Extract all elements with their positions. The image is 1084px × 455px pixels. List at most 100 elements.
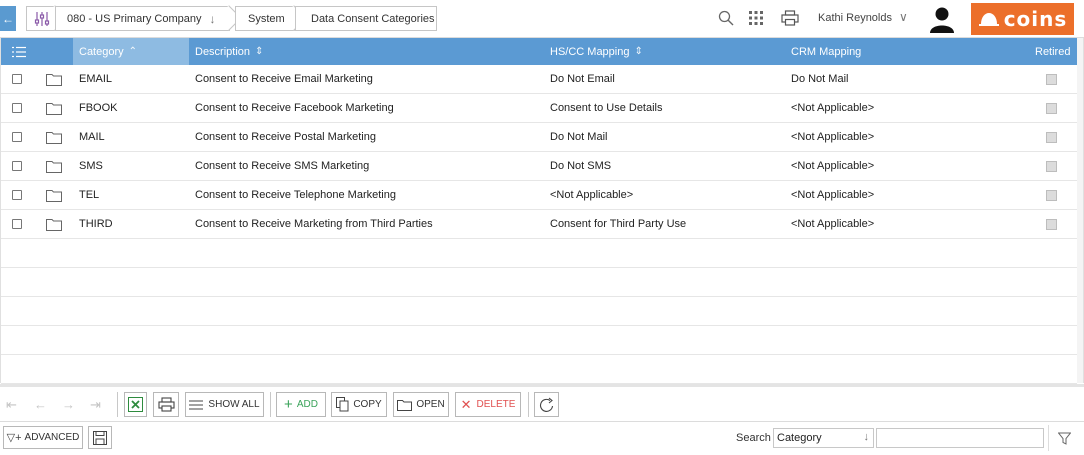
user-name[interactable]: Kathi Reynolds — [818, 12, 892, 24]
folder-icon[interactable] — [46, 181, 62, 209]
chevron-down-icon[interactable]: ∨ — [899, 10, 908, 24]
vertical-scrollbar[interactable] — [1077, 38, 1083, 383]
column-label: HS/CC Mapping — [550, 45, 630, 58]
first-record-icon[interactable]: ⇤ — [6, 397, 17, 413]
previous-record-icon[interactable]: ← — [34, 397, 47, 412]
search-input[interactable] — [876, 428, 1044, 448]
table-row[interactable]: THIRD Consent to Receive Marketing from T… — [1, 210, 1077, 239]
company-label: 080 - US Primary Company — [67, 12, 202, 25]
copy-button[interactable]: COPY — [331, 392, 387, 417]
row-checkbox[interactable] — [12, 132, 22, 142]
row-select-cell — [12, 181, 22, 209]
back-button[interactable]: ← — [0, 6, 16, 31]
folder-icon[interactable] — [46, 152, 62, 180]
category-cell: THIRD — [79, 218, 113, 230]
row-checkbox[interactable] — [12, 219, 22, 229]
folder-icon[interactable] — [46, 123, 62, 151]
hscc-mapping-cell: Consent to Use Details — [550, 102, 663, 114]
copy-icon — [336, 397, 349, 412]
category-cell: EMAIL — [79, 73, 113, 85]
folder-icon[interactable] — [46, 94, 62, 122]
excel-icon — [128, 397, 143, 412]
refresh-button[interactable] — [534, 392, 559, 417]
folder-icon[interactable] — [46, 210, 62, 238]
table-row[interactable]: TEL Consent to Receive Telephone Marketin… — [1, 181, 1077, 210]
plus-icon: + — [284, 396, 293, 413]
column-label: Description — [195, 45, 251, 58]
category-cell: TEL — [79, 189, 100, 201]
advanced-search-button[interactable]: ▽+ ADVANCED — [3, 426, 83, 449]
column-header-retired[interactable]: Retired — [1035, 38, 1071, 65]
column-header-category[interactable]: Category ⌃ — [73, 38, 189, 65]
empty-table-row — [1, 297, 1077, 326]
column-header-description[interactable]: Description ⇕ — [195, 38, 535, 65]
open-label: OPEN — [416, 399, 445, 410]
chevron-down-icon: ↓ — [863, 431, 870, 443]
table-row[interactable]: MAIL Consent to Receive Postal Marketing D… — [1, 123, 1077, 152]
toolbar-divider — [528, 392, 529, 417]
retired-cell — [1046, 152, 1057, 180]
row-checkbox[interactable] — [12, 161, 22, 171]
search-icon[interactable] — [716, 8, 736, 28]
filter-button[interactable] — [1048, 425, 1080, 451]
crm-mapping-cell: <Not Applicable> — [791, 102, 875, 114]
empty-table-row — [1, 268, 1077, 297]
save-icon — [93, 430, 107, 445]
sort-icon: ⇕ — [255, 46, 264, 57]
row-select-cell — [12, 65, 22, 93]
open-button[interactable]: OPEN — [393, 392, 449, 417]
next-record-icon[interactable]: → — [62, 397, 75, 412]
crm-mapping-cell: <Not Applicable> — [791, 131, 875, 143]
row-checkbox[interactable] — [12, 74, 22, 84]
export-excel-button[interactable] — [124, 392, 147, 417]
save-search-button[interactable] — [88, 426, 112, 449]
crm-mapping-cell: <Not Applicable> — [791, 218, 875, 230]
footer-bar: ▽+ ADVANCED Search Category ↓ — [0, 421, 1084, 455]
delete-button[interactable]: ✕ DELETE — [455, 392, 521, 417]
print-icon[interactable] — [780, 8, 800, 28]
hscc-mapping-cell: Do Not Email — [550, 73, 615, 85]
avatar[interactable] — [928, 5, 956, 33]
print-button[interactable] — [153, 392, 179, 417]
description-cell: Consent to Receive Postal Marketing — [195, 131, 376, 143]
description-cell: Consent to Receive Telephone Marketing — [195, 189, 396, 201]
breadcrumb-system[interactable]: System — [235, 6, 295, 31]
row-checkbox[interactable] — [12, 103, 22, 113]
search-field-select[interactable]: Category ↓ — [773, 428, 874, 448]
description-cell: Consent to Receive Facebook Marketing — [195, 102, 394, 114]
show-all-button[interactable]: SHOW ALL — [185, 392, 264, 417]
column-label: Category — [79, 45, 124, 58]
table-row[interactable]: SMS Consent to Receive SMS Marketing Do No… — [1, 152, 1077, 181]
add-button[interactable]: + ADD — [276, 392, 326, 417]
breadcrumb-company[interactable]: 080 - US Primary Company ↓ — [55, 6, 230, 31]
column-header-crm-mapping[interactable]: CRM Mapping — [791, 38, 991, 65]
hscc-mapping-cell: <Not Applicable> — [550, 189, 634, 201]
row-checkbox[interactable] — [12, 190, 22, 200]
copy-label: COPY — [353, 399, 382, 410]
sliders-icon — [34, 11, 49, 26]
table-row[interactable]: EMAIL Consent to Receive Email Marketing D… — [1, 65, 1077, 94]
folder-icon — [397, 399, 413, 411]
column-label: CRM Mapping — [791, 45, 862, 58]
hscc-mapping-cell: Do Not SMS — [550, 160, 612, 172]
folder-icon[interactable] — [46, 65, 62, 93]
row-select-cell — [12, 123, 22, 151]
crm-mapping-cell: <Not Applicable> — [791, 189, 875, 201]
table-row[interactable]: FBOOK Consent to Receive Facebook Marketi… — [1, 94, 1077, 123]
apps-grid-icon[interactable] — [746, 8, 766, 28]
row-select-cell — [12, 210, 22, 238]
column-menu-button[interactable] — [1, 38, 37, 65]
retired-checkbox — [1046, 131, 1057, 143]
retired-cell — [1046, 210, 1057, 238]
close-icon: ✕ — [460, 396, 472, 412]
grid-toolbar: ⇤ ← → ⇥ SHOW ALL + ADD COPY OPEN ✕ DELET… — [0, 384, 1084, 421]
category-cell: MAIL — [79, 131, 105, 143]
arrow-left-icon: ← — [2, 11, 14, 26]
last-record-icon[interactable]: ⇥ — [90, 397, 101, 413]
delete-label: DELETE — [476, 399, 516, 410]
retired-checkbox — [1046, 73, 1057, 85]
search-label: Search — [736, 432, 771, 444]
settings-crumb[interactable] — [26, 6, 56, 31]
column-header-hscc-mapping[interactable]: HS/CC Mapping ⇕ — [550, 38, 780, 65]
crm-mapping-cell: <Not Applicable> — [791, 160, 875, 172]
